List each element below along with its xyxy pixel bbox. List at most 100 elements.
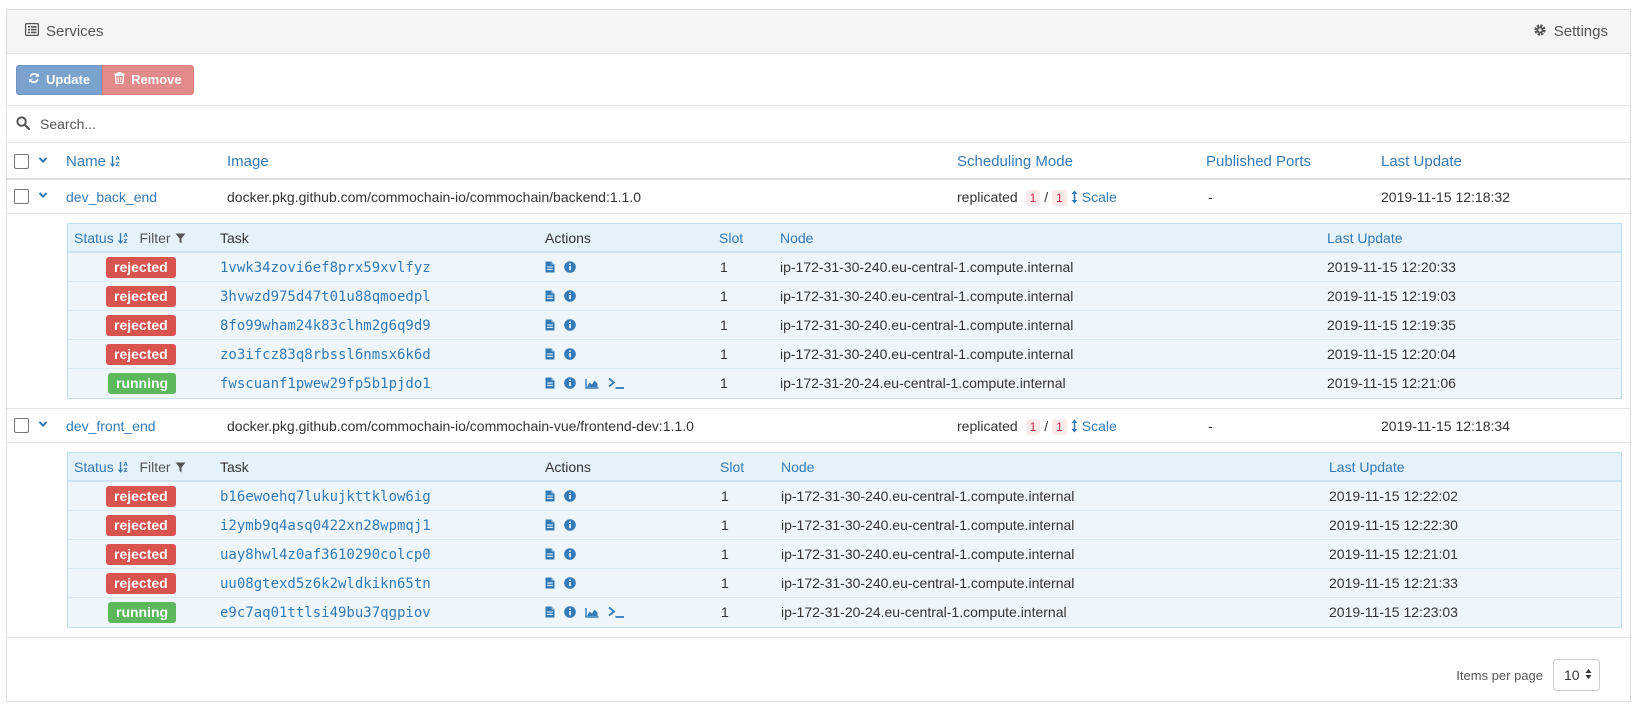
- task-slot: 1: [720, 375, 728, 391]
- scale-button[interactable]: Scale: [1071, 189, 1117, 205]
- info-icon[interactable]: [564, 376, 576, 392]
- tasks-slot-header[interactable]: Slot: [719, 230, 743, 246]
- search-input[interactable]: Search...: [40, 116, 96, 132]
- tasks-panel: Status AZ Filter Task Actions Slot Node …: [7, 443, 1630, 638]
- chevron-down-icon[interactable]: [38, 186, 48, 202]
- logs-icon[interactable]: [545, 376, 555, 392]
- task-slot: 1: [721, 488, 729, 504]
- logs-icon[interactable]: [545, 489, 555, 505]
- column-scheduling-mode-header[interactable]: Scheduling Mode: [957, 153, 1073, 170]
- task-id-link[interactable]: 1vwk34zovi6ef8prx59xvlfyz: [220, 260, 431, 276]
- stats-chart-icon[interactable]: [585, 376, 599, 392]
- tasks-node-header[interactable]: Node: [780, 230, 813, 246]
- status-badge: rejected: [106, 257, 176, 278]
- info-icon[interactable]: [564, 489, 576, 505]
- logs-icon[interactable]: [545, 347, 555, 363]
- service-name-link[interactable]: dev_front_end: [66, 418, 156, 434]
- tasks-status-label: Status: [74, 230, 114, 246]
- services-title: Services: [24, 22, 104, 40]
- tasks-filter-button[interactable]: Filter: [139, 459, 185, 475]
- info-icon[interactable]: [564, 347, 576, 363]
- search-bar: Search...: [7, 106, 1630, 143]
- service-name-link[interactable]: dev_back_end: [66, 189, 157, 205]
- tasks-node-header[interactable]: Node: [781, 459, 814, 475]
- tasks-table: Status AZ Filter Task Actions Slot Node …: [67, 452, 1622, 628]
- task-row: rejected b16ewoehq7lukujkttklow6ig 1 ip-…: [68, 482, 1621, 511]
- task-id-link[interactable]: zo3ifcz83q8rbssl6nmsx6k6d: [220, 347, 431, 363]
- status-badge: rejected: [106, 544, 176, 565]
- update-button[interactable]: Update: [16, 64, 103, 95]
- logs-icon[interactable]: [545, 547, 555, 563]
- tasks-status-header[interactable]: Status AZ Filter: [74, 230, 186, 246]
- task-slot: 1: [721, 575, 729, 591]
- task-slot: 1: [720, 317, 728, 333]
- task-id-link[interactable]: uay8hwl4z0af3610290colcp0: [220, 547, 431, 563]
- task-id-link[interactable]: i2ymb9q4asq0422xn28wpmqj1: [220, 518, 431, 534]
- info-icon[interactable]: [564, 318, 576, 334]
- running-count-badge: 1: [1025, 190, 1041, 206]
- replicas-separator: /: [1044, 189, 1049, 205]
- task-last-update: 2019-11-15 12:21:01: [1329, 546, 1458, 562]
- service-scheduling-mode: replicated 1/1 Scale: [957, 189, 1117, 206]
- page-title: Services: [46, 23, 104, 40]
- tasks-slot-header[interactable]: Slot: [720, 459, 744, 475]
- tasks-actions-header: Actions: [545, 230, 591, 246]
- info-icon[interactable]: [564, 260, 576, 276]
- status-badge: rejected: [106, 486, 176, 507]
- logs-icon[interactable]: [545, 260, 555, 276]
- tasks-panel: Status AZ Filter Task Actions Slot Node …: [7, 214, 1630, 409]
- sort-icon: A Z: [110, 153, 122, 170]
- status-badge: running: [108, 602, 177, 623]
- tasks-last-update-header[interactable]: Last Update: [1327, 230, 1403, 246]
- scheduling-mode-text: replicated: [957, 189, 1018, 205]
- logs-icon[interactable]: [545, 576, 555, 592]
- info-icon[interactable]: [564, 576, 576, 592]
- info-icon[interactable]: [564, 605, 576, 621]
- service-row: dev_front_end docker.pkg.github.com/comm…: [7, 409, 1630, 443]
- scale-label: Scale: [1081, 189, 1117, 205]
- service-checkbox[interactable]: [14, 418, 29, 433]
- settings-button[interactable]: Settings: [1533, 23, 1608, 41]
- task-id-link[interactable]: fwscuanf1pwew29fp5b1pjdo1: [220, 376, 431, 392]
- logs-icon[interactable]: [545, 605, 555, 621]
- column-published-ports-header[interactable]: Published Ports: [1206, 153, 1311, 170]
- scale-button[interactable]: Scale: [1071, 418, 1117, 434]
- info-icon[interactable]: [564, 518, 576, 534]
- tasks-filter-button[interactable]: Filter: [139, 230, 185, 246]
- column-last-update-header[interactable]: Last Update: [1381, 153, 1462, 170]
- service-checkbox[interactable]: [14, 189, 29, 204]
- logs-icon[interactable]: [545, 289, 555, 305]
- task-row: rejected 3hvwzd975d47t01u88qmoedpl 1 ip-…: [68, 282, 1621, 311]
- column-name-header[interactable]: Name A Z: [66, 153, 122, 170]
- chevron-down-icon[interactable]: [38, 151, 48, 167]
- console-icon[interactable]: [608, 376, 625, 392]
- console-icon[interactable]: [608, 605, 625, 621]
- tasks-table: Status AZ Filter Task Actions Slot Node …: [67, 223, 1622, 399]
- task-id-link[interactable]: e9c7aq01ttlsi49bu37qgpiov: [220, 605, 431, 621]
- info-icon[interactable]: [564, 289, 576, 305]
- task-last-update: 2019-11-15 12:19:35: [1327, 317, 1456, 333]
- task-row: rejected 1vwk34zovi6ef8prx59xvlfyz 1 ip-…: [68, 253, 1621, 282]
- select-all-checkbox[interactable]: [14, 154, 29, 169]
- task-actions: [545, 489, 576, 505]
- logs-icon[interactable]: [545, 318, 555, 334]
- status-badge: rejected: [106, 515, 176, 536]
- filter-icon: [175, 230, 186, 246]
- chevron-down-icon[interactable]: [38, 415, 48, 431]
- items-per-page-select[interactable]: 10: [1553, 659, 1600, 691]
- up-down-arrows-icon: [1071, 189, 1078, 205]
- services-widget: Services Settings Update Remove Search..…: [6, 9, 1631, 702]
- task-id-link[interactable]: 3hvwzd975d47t01u88qmoedpl: [220, 289, 431, 305]
- scale-label: Scale: [1081, 418, 1117, 434]
- info-icon[interactable]: [564, 547, 576, 563]
- remove-button[interactable]: Remove: [102, 64, 194, 95]
- tasks-last-update-header[interactable]: Last Update: [1329, 459, 1405, 475]
- task-id-link[interactable]: b16ewoehq7lukujkttklow6ig: [220, 489, 431, 505]
- tasks-status-header[interactable]: Status AZ Filter: [74, 459, 186, 475]
- logs-icon[interactable]: [545, 518, 555, 534]
- task-row: rejected uu08gtexd5z6k2wldkikn65tn 1 ip-…: [68, 569, 1621, 598]
- task-id-link[interactable]: 8fo99wham24k83clhm2g6q9d9: [220, 318, 431, 334]
- task-id-link[interactable]: uu08gtexd5z6k2wldkikn65tn: [220, 576, 431, 592]
- stats-chart-icon[interactable]: [585, 605, 599, 621]
- column-image-header[interactable]: Image: [227, 153, 269, 170]
